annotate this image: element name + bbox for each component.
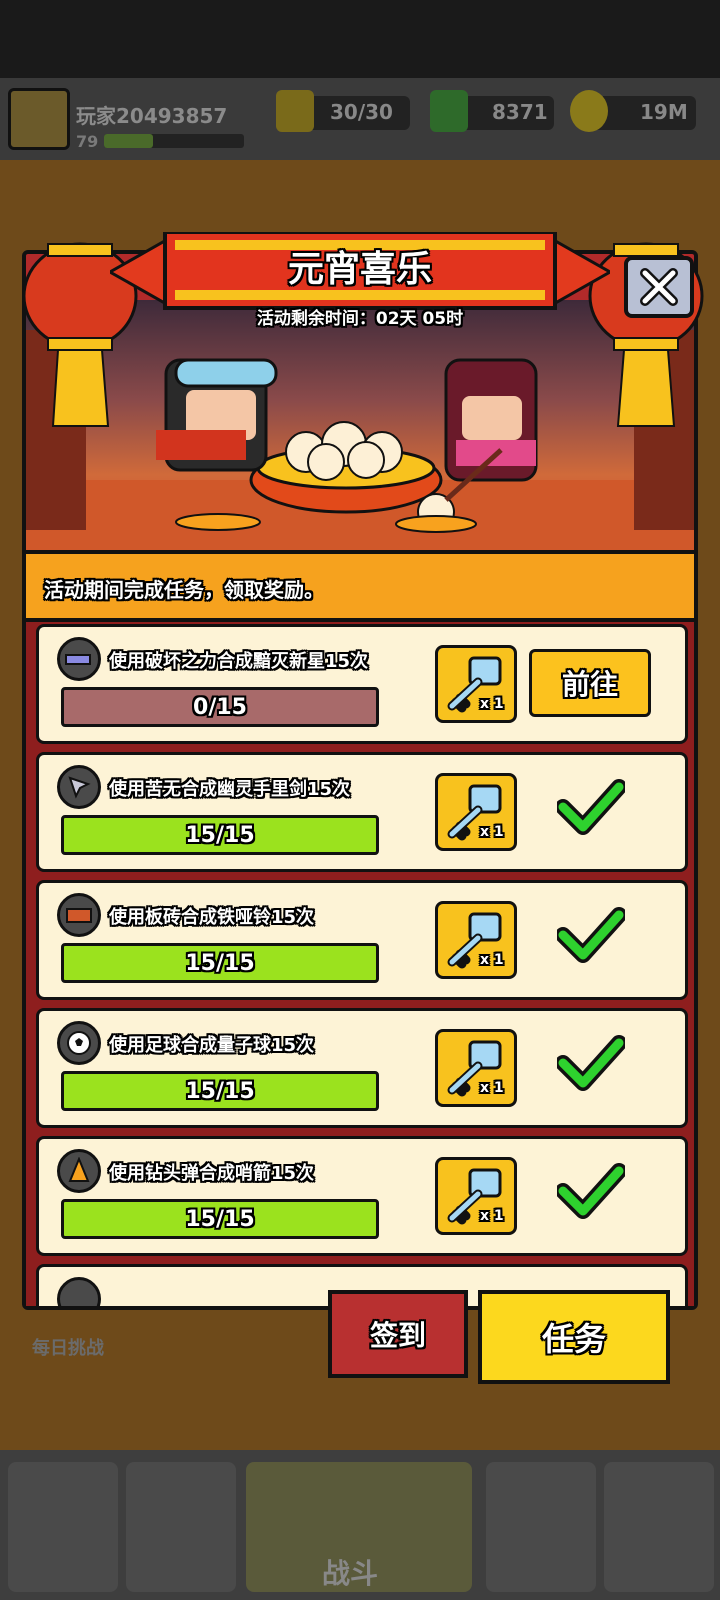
reward-quantity: x 1: [480, 696, 504, 712]
energy-icon[interactable]: [276, 90, 314, 132]
task-title: 使用破坏之力合成黯灭新星15次: [109, 651, 369, 672]
reward-key[interactable]: x 1: [435, 1157, 517, 1235]
close-icon: [640, 268, 678, 306]
task-progress-text: 15/15: [185, 1206, 255, 1232]
tab-signin[interactable]: 签到: [328, 1290, 468, 1378]
nav-talents[interactable]: [486, 1462, 596, 1592]
event-timer: 活动剩余时间：02天 05时: [256, 309, 464, 329]
gem-icon[interactable]: [430, 90, 468, 132]
reward-key[interactable]: x 1: [435, 901, 517, 979]
gun-icon: [57, 637, 101, 681]
daily-challenge-label[interactable]: 每日挑战: [32, 1334, 104, 1360]
task-item: 使用钻头弹合成哨箭15次 15/15 x 1: [36, 1136, 688, 1256]
reward-quantity: x 1: [480, 824, 504, 840]
task-title: 使用足球合成量子球15次: [109, 1035, 315, 1056]
task-progress-bar: 15/15: [61, 1071, 379, 1111]
task-progress-bar: 15/15: [61, 815, 379, 855]
event-title: 元宵喜乐: [287, 249, 432, 290]
task-item: 使用足球合成量子球15次 15/15 x 1: [36, 1008, 688, 1128]
task-progress-text: 15/15: [185, 1078, 255, 1104]
energy-value: 30/30: [330, 100, 393, 124]
task-title: 使用苦无合成幽灵手里剑15次: [109, 779, 351, 800]
player-level: 79: [76, 132, 99, 151]
reward-quantity: x 1: [480, 952, 504, 968]
checkmark-icon: [557, 1163, 625, 1219]
task-progress-text: 15/15: [185, 950, 255, 976]
status-bar: [0, 0, 720, 78]
reward-key[interactable]: x 1: [435, 773, 517, 851]
task-item: 使用板砖合成铁哑铃15次 15/15 x 1: [36, 880, 688, 1000]
task-progress-text: 15/15: [185, 822, 255, 848]
close-button[interactable]: [624, 256, 694, 318]
go-button[interactable]: 前往: [529, 649, 651, 717]
task-item: 使用苦无合成幽灵手里剑15次 15/15 x 1: [36, 752, 688, 872]
nav-equipment[interactable]: [126, 1462, 236, 1592]
battle-label: 战斗: [322, 1557, 379, 1590]
avatar[interactable]: [8, 88, 70, 150]
reward-quantity: x 1: [480, 1080, 504, 1096]
drill-bullet-icon: [57, 1149, 101, 1193]
task-title: 使用钻头弹合成哨箭15次: [109, 1163, 315, 1184]
nav-shop[interactable]: [8, 1462, 118, 1592]
tab-tasks[interactable]: 任务: [478, 1290, 670, 1384]
checkmark-icon: [557, 1035, 625, 1091]
coin-icon[interactable]: [570, 90, 608, 132]
kunai-icon: [57, 765, 101, 809]
event-description: 活动期间完成任务，领取奖励。: [44, 578, 324, 602]
gem-value: 8371: [492, 100, 548, 124]
coin-value: 19M: [640, 100, 688, 124]
task-item: 使用破坏之力合成黯灭新星15次 0/15 x 1 前往: [36, 624, 688, 744]
reward-key[interactable]: x 1: [435, 1029, 517, 1107]
task-title: 使用板砖合成铁哑铃15次: [109, 907, 315, 928]
soccer-ball-icon: [57, 1021, 101, 1065]
task-progress-bar: 0/15: [61, 687, 379, 727]
task-progress-bar: 15/15: [61, 943, 379, 983]
reward-key[interactable]: x 1: [435, 645, 517, 723]
checkmark-icon: [557, 907, 625, 963]
task-list[interactable]: 使用破坏之力合成黯灭新星15次 0/15 x 1 前往 使用苦无合成幽灵手里剑1…: [26, 622, 694, 1306]
task-progress-text: 0/15: [193, 694, 247, 720]
xp-bar: [104, 134, 244, 148]
brick-icon: [57, 893, 101, 937]
task-progress-bar: 15/15: [61, 1199, 379, 1239]
player-name: 玩家20493857: [76, 104, 228, 128]
xp-bar-fill: [104, 134, 153, 148]
reward-quantity: x 1: [480, 1208, 504, 1224]
nav-evolve[interactable]: [604, 1462, 714, 1592]
task-icon: [57, 1277, 101, 1306]
checkmark-icon: [557, 779, 625, 835]
